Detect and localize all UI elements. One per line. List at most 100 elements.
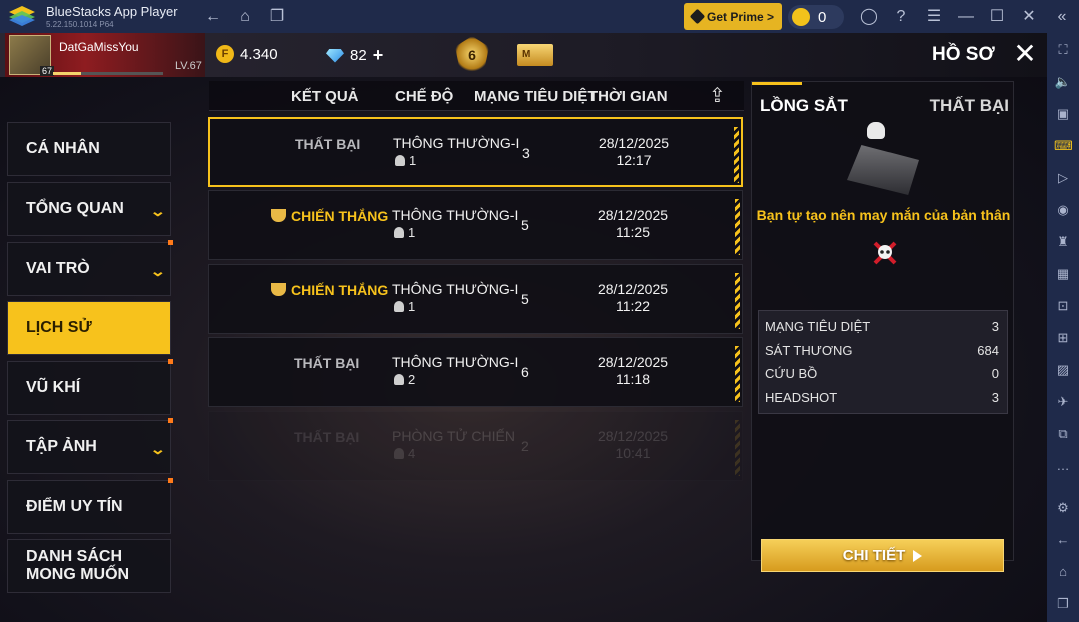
menu-tap-anh[interactable]: TẬP ẢNH ⌄: [7, 418, 173, 474]
match-quote: Bạn tự tạo nên may mắn của bản thân: [756, 207, 1011, 223]
table-row[interactable]: THẤT BẠI PHÒNG TỬ CHIẾN 4 2 28/12/2025 10…: [208, 411, 743, 481]
game-screen: 67 DatGaMissYou LV.67 F 4.340 82 + 6 M H…: [0, 33, 1047, 622]
notification-dot: [168, 478, 173, 483]
avatar: 67: [9, 35, 55, 76]
close-icon[interactable]: ✕: [1010, 39, 1040, 69]
more-icon[interactable]: …: [1054, 457, 1072, 475]
row-stripe: [734, 127, 739, 183]
row-kills: 2: [521, 438, 529, 454]
row-mode: THÔNG THƯỜNG-I: [392, 354, 519, 370]
close-window-icon[interactable]: ✕: [1020, 8, 1038, 26]
table-row[interactable]: CHIẾN THẮNG THÔNG THƯỜNG-I 1 5 28/12/202…: [208, 264, 743, 334]
help-icon[interactable]: ?: [892, 8, 910, 26]
home-icon[interactable]: ⌂: [236, 8, 254, 26]
gamepad-icon[interactable]: ♜: [1054, 233, 1072, 251]
fullscreen-icon[interactable]: ⛶: [1054, 41, 1072, 59]
row-kills: 5: [521, 291, 529, 307]
play-arrow-icon: [913, 549, 923, 562]
android-home-icon[interactable]: ⌂: [1054, 563, 1072, 581]
multi-instance-icon[interactable]: ❐: [268, 8, 286, 26]
keyboard-controls-icon[interactable]: ⌨: [1054, 137, 1073, 155]
android-back-icon[interactable]: ←: [1054, 531, 1072, 549]
screenshot-icon[interactable]: ⊡: [1054, 297, 1072, 315]
add-diamond-button[interactable]: +: [373, 45, 384, 66]
menu-lich-su[interactable]: LỊCH SỬ: [7, 301, 171, 355]
media-manager-icon[interactable]: ▣: [1054, 105, 1072, 123]
bluestacks-logo-icon: [9, 6, 35, 26]
menu-icon[interactable]: ☰: [925, 8, 943, 26]
coffin-icon: [847, 145, 919, 195]
row-stripe: [735, 273, 740, 329]
row-party: 4: [394, 446, 415, 461]
diamond-balance[interactable]: 82 +: [326, 45, 383, 66]
row-mode: PHÒNG TỬ CHIẾN: [392, 428, 515, 444]
gallery-icon[interactable]: ▨: [1054, 361, 1072, 379]
row-datetime: 28/12/2025 11:18: [597, 354, 669, 387]
row-datetime: 28/12/2025 10:41: [597, 428, 669, 461]
row-party: 1: [394, 225, 415, 240]
map-name: LỒNG SẮT: [760, 96, 848, 115]
recent-apps-icon[interactable]: ❐: [1054, 595, 1072, 613]
volume-icon[interactable]: 🔈: [1054, 73, 1072, 91]
app-title: BlueStacks App Player: [46, 4, 178, 19]
row-result: THẤT BẠI: [295, 136, 361, 152]
menu-tong-quan[interactable]: TỔNG QUAN ⌄: [7, 182, 171, 236]
trophy-icon: [271, 283, 286, 296]
row-stripe: [735, 420, 740, 476]
table-row[interactable]: THẤT BẠI THÔNG THƯỜNG-I 1 3 28/12/2025 12…: [208, 117, 743, 187]
row-result: CHIẾN THẮNG: [271, 282, 388, 298]
menu-diem-uy-tin[interactable]: ĐIỂM UY TÍN: [7, 478, 173, 534]
menu-vai-tro[interactable]: VAI TRÒ ⌄: [7, 240, 173, 296]
notification-dot: [168, 418, 173, 423]
stat-revives: CỨU BỒ 0: [765, 366, 999, 381]
row-datetime: 28/12/2025 11:25: [597, 207, 669, 240]
macro-icon[interactable]: ▷: [1054, 169, 1072, 187]
row-stripe: [735, 199, 740, 255]
fps-icon[interactable]: ▦: [1054, 265, 1072, 283]
profile-card[interactable]: 67 DatGaMissYou LV.67: [5, 33, 205, 77]
membership-badge[interactable]: M: [517, 44, 553, 66]
header-mode: CHẾ ĐỘ: [395, 88, 454, 105]
coin-balance[interactable]: 0: [788, 5, 844, 29]
menu-ca-nhan[interactable]: CÁ NHÂN: [7, 122, 171, 176]
match-stats: MẠNG TIÊU DIỆT 3 SÁT THƯƠNG 684 CỨU BỒ 0 HE…: [758, 310, 1008, 414]
collapse-sidebar-icon[interactable]: «: [1053, 8, 1071, 26]
menu-vu-khi[interactable]: VŨ KHÍ: [7, 359, 173, 415]
app-version: 5.22.150.1014 P64: [46, 20, 114, 29]
back-arrow-icon[interactable]: ←: [204, 8, 222, 26]
player-name: DatGaMissYou: [59, 40, 139, 54]
stat-damage: SÁT THƯƠNG 684: [765, 343, 999, 358]
avatar-level: 67: [40, 66, 55, 76]
trophy-icon: [271, 209, 286, 222]
row-mode: THÔNG THƯỜNG-I: [392, 281, 519, 297]
share-icon[interactable]: ⇪: [709, 83, 735, 107]
minimize-icon[interactable]: —: [957, 8, 975, 26]
row-stripe: [735, 346, 740, 402]
notification-dot: [168, 240, 173, 245]
player-level: LV.67: [175, 60, 202, 72]
row-party: 1: [395, 153, 416, 168]
person-icon: [394, 301, 404, 312]
prime-diamond-icon: [689, 8, 706, 25]
multi-window-icon[interactable]: ⧉: [1054, 425, 1072, 443]
rank-badge-icon[interactable]: 6: [455, 36, 489, 72]
row-result: THẤT BẠI: [294, 429, 360, 445]
table-row[interactable]: CHIẾN THẮNG THÔNG THƯỜNG-I 1 5 28/12/202…: [208, 190, 743, 260]
screen-record-icon[interactable]: ⊞: [1054, 329, 1072, 347]
panel-accent: [752, 82, 802, 85]
game-top-bar: 67 DatGaMissYou LV.67 F 4.340 82 + 6 M H…: [0, 33, 1047, 77]
skull-icon: [867, 122, 885, 139]
settings-icon[interactable]: ⚙: [1054, 499, 1072, 517]
record-icon[interactable]: ◉: [1054, 201, 1072, 219]
history-table-header: KẾT QUẢ CHẾ ĐỘ MẠNG TIÊU DIỆT THỜI GIAN …: [209, 81, 744, 111]
table-row[interactable]: THẤT BẠI THÔNG THƯỜNG-I 2 6 28/12/2025 11…: [208, 337, 743, 407]
menu-danh-sach-mong-muon[interactable]: DANH SÁCH MONG MUỐN: [7, 539, 171, 593]
get-prime-button[interactable]: Get Prime >: [684, 3, 782, 30]
row-result: THẤT BẠI: [294, 355, 360, 371]
account-icon[interactable]: ◯: [860, 8, 878, 26]
airplane-mode-icon[interactable]: ✈: [1054, 393, 1072, 411]
row-result: CHIẾN THẮNG: [271, 208, 388, 224]
gold-balance[interactable]: F 4.340: [216, 45, 278, 63]
maximize-icon[interactable]: ☐: [988, 8, 1006, 26]
detail-button[interactable]: CHI TIẾT: [761, 539, 1004, 572]
